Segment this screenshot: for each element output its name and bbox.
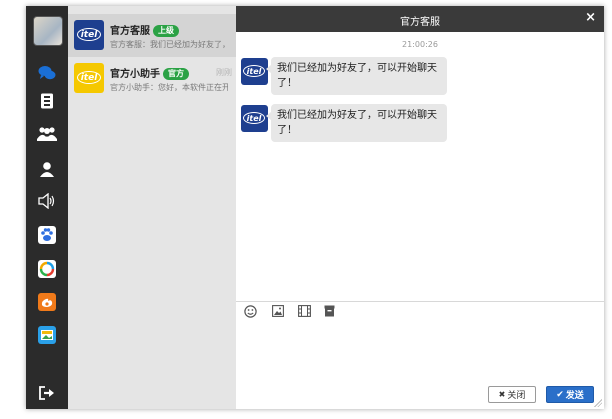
- itel-logo-text: itel: [77, 71, 101, 84]
- speaker-icon[interactable]: [36, 190, 58, 212]
- message-bubble: 我们已经加为好友了，可以开始聊天了！: [266, 57, 447, 95]
- itel-logo-text: itel: [77, 28, 101, 41]
- chat-header: 官方客服 ×: [236, 6, 604, 32]
- conversation-tag: 官方: [163, 68, 189, 80]
- resize-grip-icon[interactable]: [594, 399, 602, 407]
- conversation-name: 官方客服 上级: [110, 22, 179, 37]
- conversation-logo: itel: [74, 63, 104, 93]
- input-divider: [236, 301, 604, 302]
- message-avatar: itel: [241, 58, 268, 85]
- refresh-app-icon[interactable]: [36, 258, 58, 280]
- file-icon[interactable]: [322, 304, 336, 318]
- conversation-item[interactable]: itel 官方小助手官方 刚刚 官方小助手：您好，本软件正在开发中: [68, 57, 236, 100]
- itel-logo-text: itel: [243, 112, 265, 124]
- conversation-list: itel 官方客服上级 官方客服：我们已经加为好友了，可以开始聊天了！ itel…: [68, 6, 236, 409]
- conversation-preview: 官方客服：我们已经加为好友了，可以开始聊天了！: [110, 40, 228, 49]
- chat-title: 官方客服: [400, 17, 440, 28]
- chat-bubbles-icon[interactable]: [36, 62, 58, 84]
- conversation-item[interactable]: itel 官方客服上级 官方客服：我们已经加为好友了，可以开始聊天了！: [68, 14, 236, 57]
- conversation-preview: 官方小助手：您好，本软件正在开发中: [110, 83, 228, 92]
- chat-window: itel 官方客服上级 官方客服：我们已经加为好友了，可以开始聊天了！ itel…: [26, 6, 604, 409]
- message-bubble: 我们已经加为好友了，可以开始聊天了！: [266, 104, 447, 142]
- person-icon[interactable]: [36, 158, 58, 180]
- conversation-title: 官方小助手: [110, 69, 160, 80]
- close-button-label: 关闭: [507, 391, 526, 401]
- logout-icon[interactable]: [36, 382, 58, 404]
- weibo-icon[interactable]: [36, 291, 58, 313]
- itel-logo-text: itel: [243, 65, 265, 77]
- conversation-time: 刚刚: [216, 68, 232, 77]
- close-glyph-icon: ✖: [498, 390, 506, 399]
- sidebar-nav: [26, 6, 68, 409]
- check-icon: ✔: [556, 389, 564, 400]
- conversation-name: 官方小助手 官方: [110, 65, 189, 80]
- conversation-logo: itel: [74, 20, 104, 50]
- close-button[interactable]: ✖ 关闭: [488, 386, 536, 403]
- close-icon[interactable]: ×: [585, 10, 596, 25]
- paw-icon[interactable]: [36, 224, 58, 246]
- avatar[interactable]: [33, 16, 63, 46]
- emoji-icon[interactable]: [243, 304, 257, 318]
- image-app-icon[interactable]: [36, 324, 58, 346]
- group-icon[interactable]: [36, 122, 58, 144]
- conversation-title: 官方客服: [110, 26, 150, 37]
- video-icon[interactable]: [297, 304, 311, 318]
- image-icon[interactable]: [271, 304, 285, 318]
- chat-panel: 官方客服 × 21:00:26 itel 我们已经加为好友了，可以开始聊天了！ …: [236, 6, 604, 409]
- send-button-label: 发送: [565, 391, 584, 401]
- contacts-book-icon[interactable]: [36, 90, 58, 112]
- conversation-tag: 上级: [153, 25, 179, 37]
- send-button[interactable]: ✔ 发送: [546, 386, 594, 403]
- message-avatar: itel: [241, 105, 268, 132]
- message-timestamp: 21:00:26: [402, 40, 438, 49]
